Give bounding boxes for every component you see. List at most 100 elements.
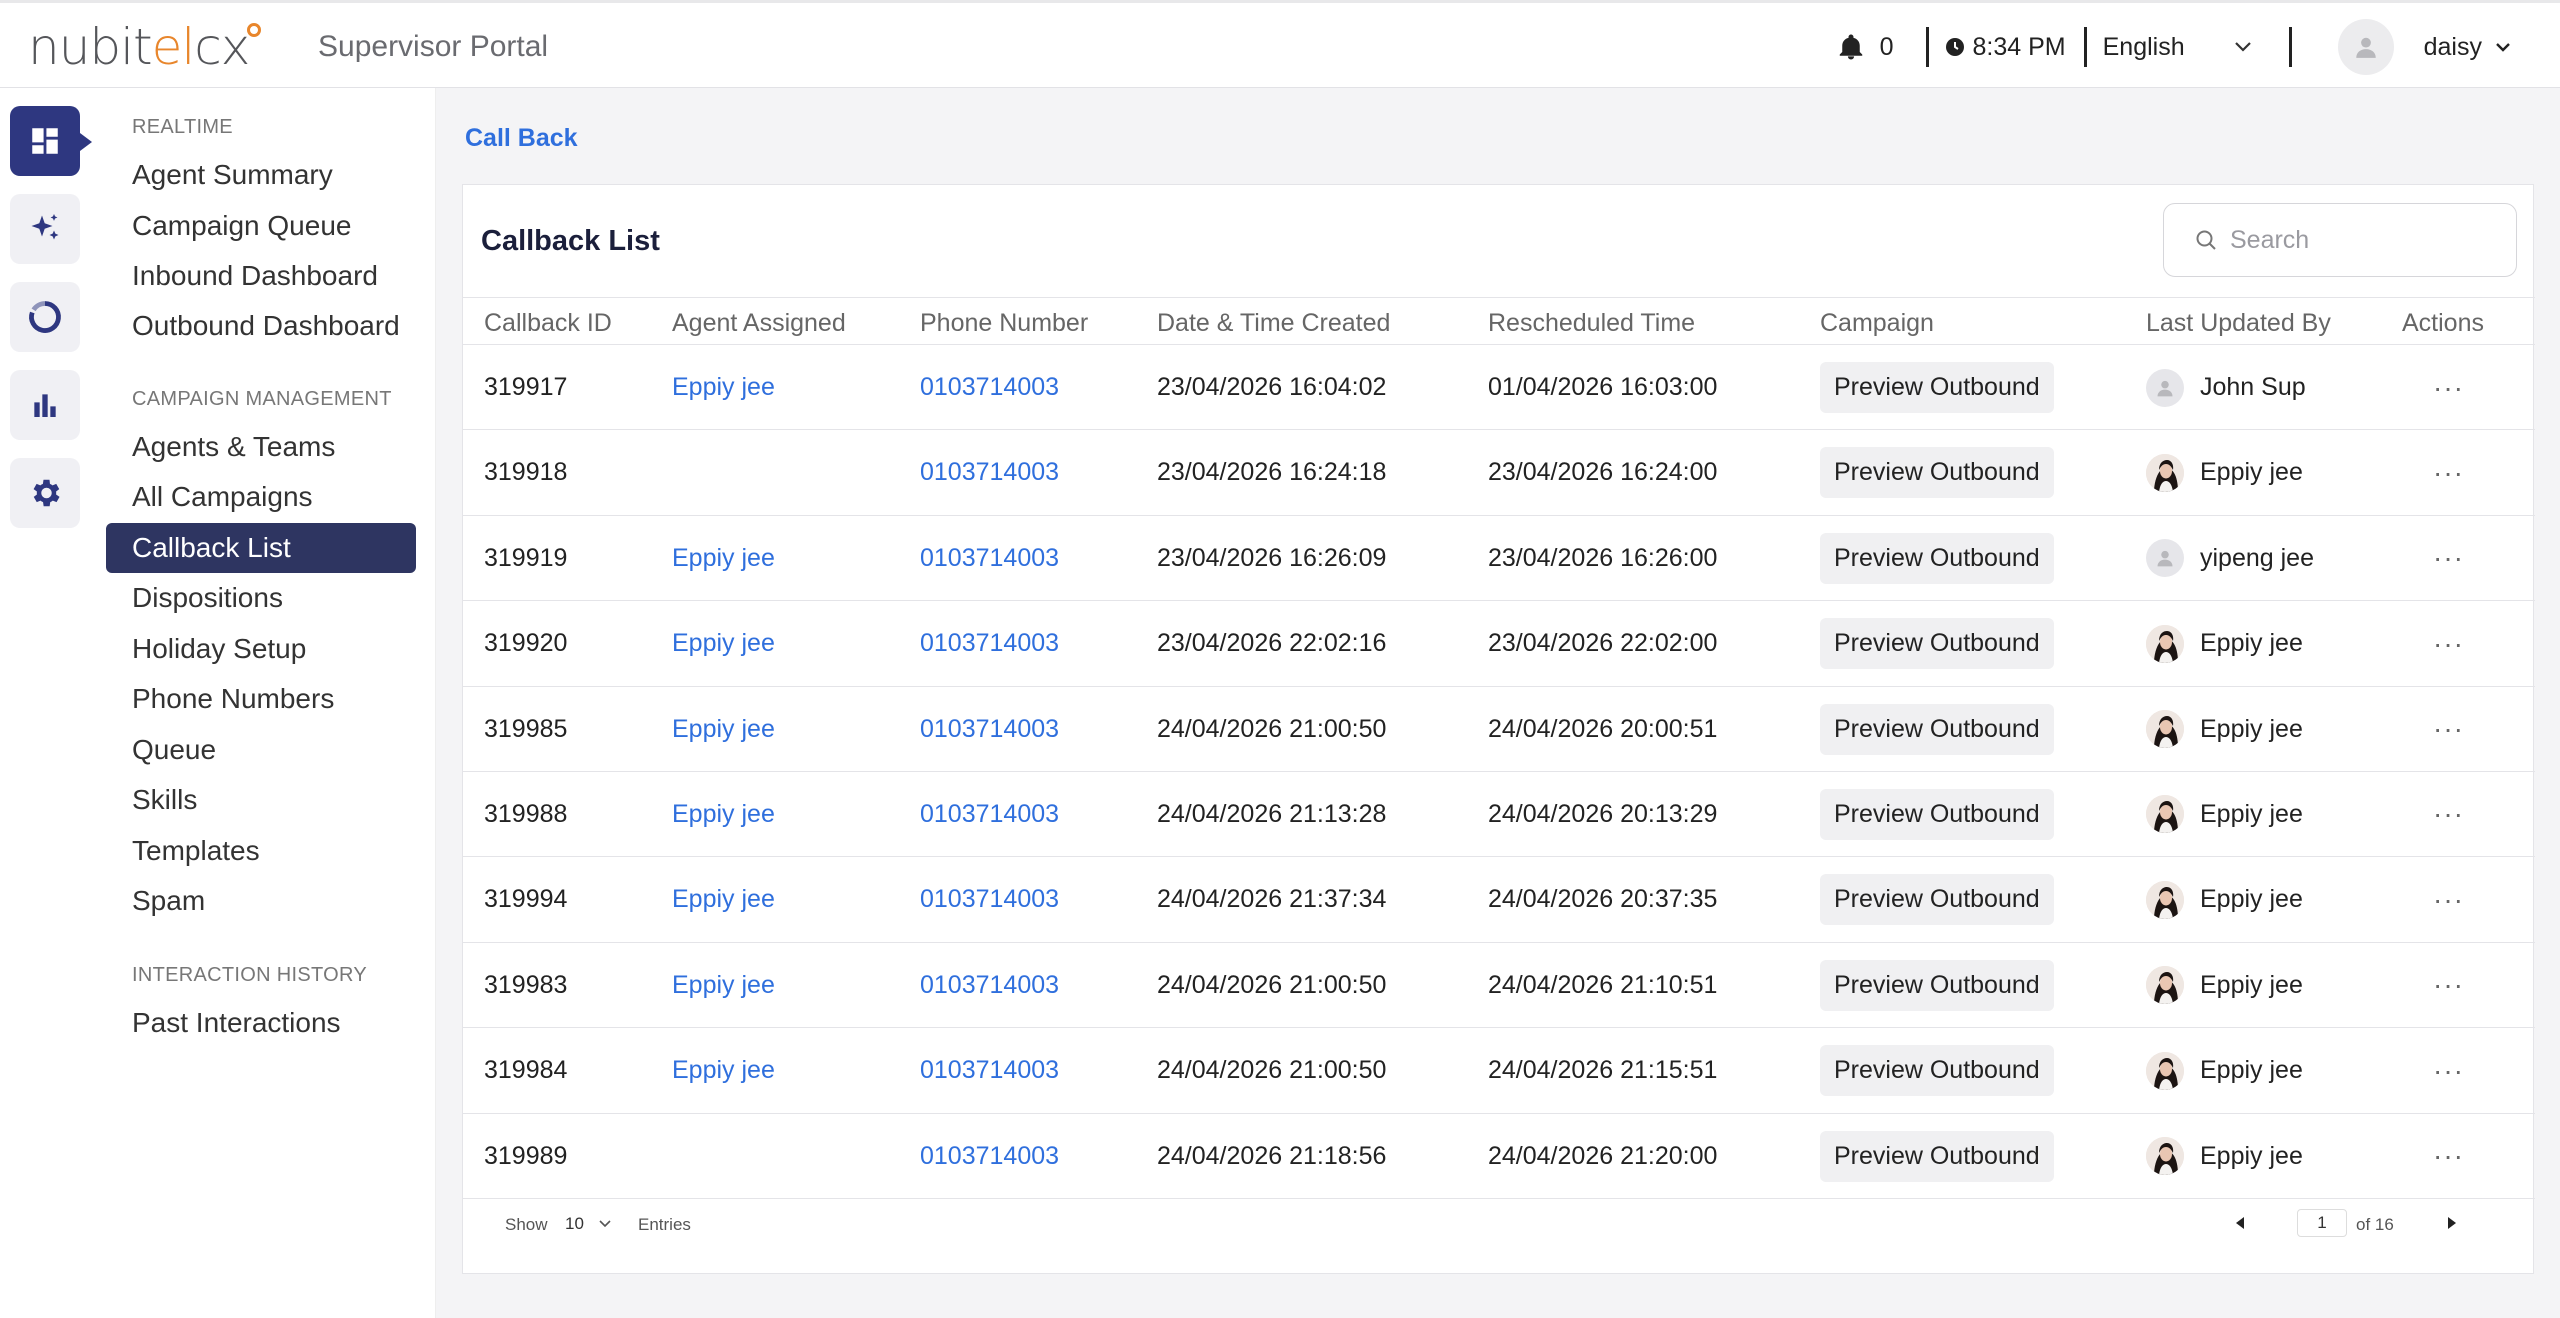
table-row[interactable]: 319988 Eppiy jee 0103714003 24/04/2026 21:1… bbox=[463, 772, 2535, 858]
campaign-badge: Preview Outbound bbox=[1820, 788, 2054, 840]
col-campaign[interactable]: Campaign bbox=[1820, 309, 1934, 338]
col-rescheduled-time[interactable]: Rescheduled Time bbox=[1488, 309, 1695, 338]
cell-phone-number[interactable]: 0103714003 bbox=[920, 772, 1059, 857]
cell-callback-id: 319917 bbox=[484, 373, 568, 401]
cell-phone-number[interactable]: 0103714003 bbox=[920, 1028, 1059, 1113]
cell-phone-number[interactable]: 0103714003 bbox=[920, 516, 1059, 601]
sidebar: REALTIME Agent Summary Campaign Queue In… bbox=[96, 88, 436, 1318]
rail-ai-button[interactable] bbox=[10, 194, 80, 264]
table-row[interactable]: 319985 Eppiy jee 0103714003 24/04/2026 21:0… bbox=[463, 687, 2535, 772]
table-row[interactable]: 319983 Eppiy jee 0103714003 24/04/2026 21:0… bbox=[463, 943, 2535, 1029]
nav-templates[interactable]: Templates bbox=[106, 826, 416, 876]
cell-rescheduled-time: 23/04/2026 22:02:00 bbox=[1488, 629, 1718, 658]
current-time: 8:34 PM bbox=[1972, 32, 2066, 61]
more-actions-icon[interactable]: ··· bbox=[2433, 628, 2464, 660]
cell-phone-number[interactable]: 0103714003 bbox=[920, 601, 1059, 686]
cell-phone-number[interactable]: 0103714003 bbox=[920, 943, 1059, 1028]
nav-dispositions[interactable]: Dispositions bbox=[106, 573, 416, 623]
cell-agent-assigned[interactable]: Eppiy jee bbox=[672, 943, 775, 1028]
page-size-select[interactable]: 10 bbox=[559, 1207, 631, 1241]
nubitel-cx-logo[interactable]: nubitelcx bbox=[28, 17, 262, 77]
more-actions-icon[interactable]: ··· bbox=[2433, 1140, 2464, 1172]
nav-all-campaigns[interactable]: All Campaigns bbox=[106, 472, 416, 522]
cell-phone-number[interactable]: 0103714003 bbox=[920, 687, 1059, 772]
table-row[interactable]: 319920 Eppiy jee 0103714003 23/04/2026 22:0… bbox=[463, 601, 2535, 687]
cell-phone-number[interactable]: 0103714003 bbox=[920, 857, 1059, 942]
table-row[interactable]: 319994 Eppiy jee 0103714003 24/04/2026 21:3… bbox=[463, 857, 2535, 943]
rail-reports-button[interactable] bbox=[10, 370, 80, 440]
nav-skills[interactable]: Skills bbox=[106, 775, 416, 825]
chevron-down-icon[interactable] bbox=[2233, 40, 2253, 54]
rail-settings-button[interactable] bbox=[10, 458, 80, 528]
table-row[interactable]: 319918 0103714003 23/04/2026 16:24:18 23/04… bbox=[463, 430, 2535, 516]
more-actions-icon[interactable]: ··· bbox=[2433, 542, 2464, 574]
nav-callback-list[interactable]: Callback List bbox=[106, 523, 416, 573]
nav-agent-summary[interactable]: Agent Summary bbox=[106, 150, 416, 200]
username[interactable]: daisy bbox=[2424, 33, 2482, 62]
search-input[interactable] bbox=[2230, 225, 2490, 255]
nav-campaign-queue[interactable]: Campaign Queue bbox=[106, 201, 416, 251]
col-last-updated-by[interactable]: Last Updated By bbox=[2146, 309, 2331, 338]
user-photo-icon bbox=[2146, 1137, 2184, 1176]
next-page-icon[interactable] bbox=[2445, 1215, 2459, 1231]
language-select[interactable]: English bbox=[2103, 33, 2233, 62]
col-date-created[interactable]: Date & Time Created bbox=[1157, 309, 1390, 338]
col-phone-number[interactable]: Phone Number bbox=[920, 309, 1088, 338]
prev-page-icon[interactable] bbox=[2233, 1215, 2247, 1231]
cell-actions: ··· bbox=[2433, 601, 2464, 686]
chevron-down-icon[interactable] bbox=[2494, 41, 2512, 53]
cell-agent-assigned[interactable]: Eppiy jee bbox=[672, 601, 775, 686]
nav-queue[interactable]: Queue bbox=[106, 725, 416, 775]
user-avatar[interactable] bbox=[2337, 19, 2394, 75]
cell-phone-number[interactable]: 0103714003 bbox=[920, 345, 1059, 430]
cell-callback-id: 319994 bbox=[484, 885, 568, 914]
cell-phone-number[interactable]: 0103714003 bbox=[920, 430, 1059, 515]
cell-agent-assigned[interactable]: Eppiy jee bbox=[672, 345, 775, 430]
current-page-input[interactable]: 1 bbox=[2297, 1209, 2347, 1237]
more-actions-icon[interactable]: ··· bbox=[2433, 1055, 2464, 1087]
col-agent-assigned[interactable]: Agent Assigned bbox=[672, 309, 846, 338]
more-actions-icon[interactable]: ··· bbox=[2433, 884, 2464, 916]
nav-spam[interactable]: Spam bbox=[106, 876, 416, 926]
cell-last-updated-by: Eppiy jee bbox=[2146, 857, 2303, 942]
cell-agent-assigned[interactable]: Eppiy jee bbox=[672, 516, 775, 601]
table-row[interactable]: 319989 0103714003 24/04/2026 21:18:56 24/04… bbox=[463, 1114, 2535, 1199]
more-actions-icon[interactable]: ··· bbox=[2433, 969, 2464, 1001]
rail-analytics-button[interactable] bbox=[10, 282, 80, 352]
cell-phone-number[interactable]: 0103714003 bbox=[920, 1114, 1059, 1199]
nav-past-interactions[interactable]: Past Interactions bbox=[106, 998, 416, 1048]
cell-date-created: 24/04/2026 21:37:34 bbox=[1157, 885, 1387, 914]
cell-campaign: Preview Outbound bbox=[1820, 772, 2054, 857]
table-row[interactable]: 319984 Eppiy jee 0103714003 24/04/2026 21:0… bbox=[463, 1028, 2535, 1114]
more-actions-icon[interactable]: ··· bbox=[2433, 372, 2464, 404]
rail-dashboard-button[interactable] bbox=[10, 106, 92, 176]
table-row[interactable]: 319917 Eppiy jee 0103714003 23/04/2026 16:0… bbox=[463, 345, 2535, 431]
cell-agent-assigned[interactable]: Eppiy jee bbox=[672, 857, 775, 942]
cell-agent-assigned[interactable]: Eppiy jee bbox=[672, 1028, 775, 1113]
updated-by-name: Eppiy jee bbox=[2200, 885, 2303, 914]
nav-phone-numbers[interactable]: Phone Numbers bbox=[106, 674, 416, 724]
nav-outbound-dashboard[interactable]: Outbound Dashboard bbox=[106, 301, 416, 351]
cell-campaign: Preview Outbound bbox=[1820, 1028, 2054, 1113]
bell-icon[interactable] bbox=[1836, 31, 1866, 63]
breadcrumb[interactable]: Call Back bbox=[465, 124, 578, 153]
nav-agents-teams[interactable]: Agents & Teams bbox=[106, 422, 416, 472]
more-actions-icon[interactable]: ··· bbox=[2433, 798, 2464, 830]
nav-holiday-setup[interactable]: Holiday Setup bbox=[106, 624, 416, 674]
cell-campaign: Preview Outbound bbox=[1820, 345, 2054, 430]
cell-rescheduled-time: 24/04/2026 20:13:29 bbox=[1488, 799, 1718, 828]
cell-rescheduled-time: 23/04/2026 16:24:00 bbox=[1488, 458, 1718, 487]
cell-agent-assigned[interactable]: Eppiy jee bbox=[672, 687, 775, 772]
cell-agent-assigned[interactable]: Eppiy jee bbox=[672, 772, 775, 857]
col-callback-id[interactable]: Callback ID bbox=[484, 309, 612, 338]
more-actions-icon[interactable]: ··· bbox=[2433, 713, 2464, 745]
table-row[interactable]: 319919 Eppiy jee 0103714003 23/04/2026 16:2… bbox=[463, 516, 2535, 602]
cell-last-updated-by: Eppiy jee bbox=[2146, 1114, 2303, 1199]
table-body: 319917 Eppiy jee 0103714003 23/04/2026 16:0… bbox=[463, 345, 2535, 1199]
more-actions-icon[interactable]: ··· bbox=[2433, 457, 2464, 489]
nav-inbound-dashboard[interactable]: Inbound Dashboard bbox=[106, 251, 416, 301]
logo-text-part3: cx bbox=[194, 18, 250, 76]
cell-callback-id: 319983 bbox=[484, 970, 568, 999]
avatar bbox=[2146, 453, 2184, 492]
search-box[interactable] bbox=[2163, 203, 2517, 277]
